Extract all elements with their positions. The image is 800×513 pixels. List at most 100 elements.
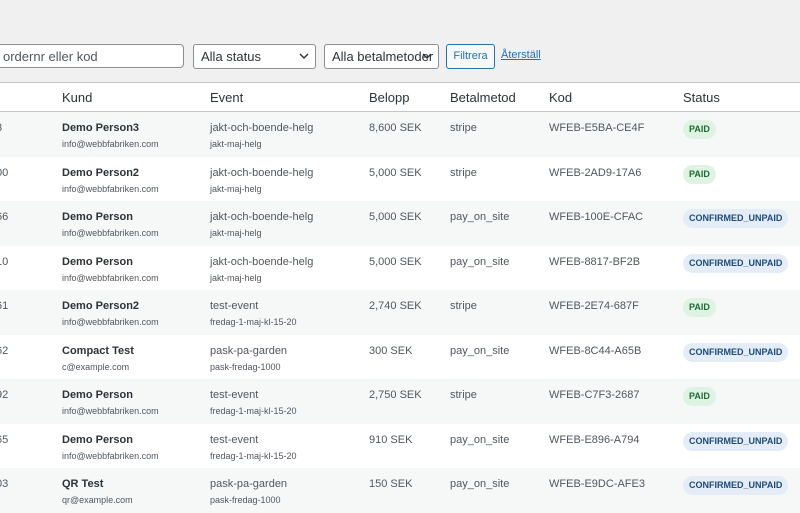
event-slug: pask-fredag-1000: [210, 361, 281, 372]
payment-method: stripe: [450, 389, 477, 401]
status-select[interactable]: Alla status: [193, 44, 316, 69]
customer-email: info@webbfabriken.com: [62, 228, 159, 238]
amount: 5,000 SEK: [369, 166, 422, 179]
status-badge: CONFIRMED_UNPAID: [683, 253, 789, 273]
customer-name: Demo Person: [62, 433, 133, 446]
order-id: 66: [0, 211, 9, 223]
amount: 5,000 SEK: [369, 255, 422, 268]
payment-method: pay_on_site: [450, 478, 510, 490]
payment-method: stripe: [450, 166, 477, 179]
amount: 5,000 SEK: [369, 211, 422, 223]
event-slug: fredag-1-maj-kl-15-20: [210, 317, 297, 327]
event-name: jakt-och-boende-helg: [210, 166, 314, 179]
table-row[interactable]: 66 Demo Person info@webbfabriken.com jakt-o…: [0, 201, 800, 246]
customer-email: qr@example.com: [62, 495, 133, 505]
status-badge: PAID: [683, 298, 716, 317]
amount: 300 SEK: [369, 344, 413, 357]
payment-method: pay_on_site: [450, 344, 510, 357]
order-id: 3: [0, 122, 2, 134]
chevron-down-icon: [299, 53, 309, 59]
order-id: 92: [0, 389, 9, 401]
payment-method: pay_on_site: [450, 433, 510, 446]
table-body: 3 Demo Person3 info@webbfabriken.com jakt-o…: [0, 112, 800, 513]
customer-email: info@webbfabriken.com: [62, 183, 159, 194]
event-name: pask-pa-garden: [210, 344, 288, 357]
event-name: jakt-och-boende-helg: [210, 211, 314, 223]
table-row[interactable]: 65 Demo Person info@webbfabriken.com test-e…: [0, 424, 800, 469]
filter-bar: ordernr eller kod Alla status Alla betal…: [0, 0, 800, 82]
customer-name: Compact Test: [62, 344, 134, 357]
payment-method-select[interactable]: Alla betalmetoder: [324, 44, 439, 69]
header-status[interactable]: Status: [683, 90, 720, 105]
table-row[interactable]: 61 Demo Person2 info@webbfabriken.com test-…: [0, 290, 800, 335]
orders-table: Kund Event Belopp Betalmetod Kod Status …: [0, 82, 800, 513]
header-code[interactable]: Kod: [549, 90, 572, 105]
booking-code: WFEB-100E-CFAC: [549, 211, 644, 223]
event-name: test-event: [210, 433, 259, 446]
table-row[interactable]: 92 Demo Person info@webbfabriken.com test-e…: [0, 379, 800, 424]
customer-email: info@webbfabriken.com: [62, 406, 159, 416]
customer-name: QR Test: [62, 478, 104, 490]
filter-button[interactable]: Filtrera: [446, 44, 495, 69]
booking-code: WFEB-2AD9-17A6: [549, 166, 642, 179]
event-name: jakt-och-boende-helg: [210, 122, 314, 134]
reset-link[interactable]: Återställ: [501, 49, 541, 61]
booking-code: WFEB-8817-BF2B: [549, 255, 641, 268]
event-slug: jakt-maj-helg: [210, 272, 262, 283]
customer-name: Demo Person: [62, 211, 133, 223]
payment-method: pay_on_site: [450, 211, 510, 223]
table-row[interactable]: 62 Compact Test c@example.com pask-pa-garde…: [0, 335, 800, 380]
customer-email: info@webbfabriken.com: [62, 272, 159, 283]
event-slug: jakt-maj-helg: [210, 139, 262, 149]
event-name: jakt-och-boende-helg: [210, 255, 314, 268]
chevron-down-icon: [422, 53, 432, 59]
status-badge: CONFIRMED_UNPAID: [683, 476, 789, 495]
customer-name: Demo Person2: [62, 300, 140, 312]
status-badge: PAID: [683, 164, 716, 184]
table-row[interactable]: 00 Demo Person2 info@webbfabriken.com jakt-…: [0, 157, 800, 202]
event-slug: pask-fredag-1000: [210, 495, 281, 505]
amount: 150 SEK: [369, 478, 413, 490]
customer-name: Demo Person2: [62, 166, 140, 179]
amount: 2,740 SEK: [369, 300, 422, 312]
header-customer[interactable]: Kund: [62, 90, 92, 105]
booking-code: WFEB-8C44-A65B: [549, 344, 642, 357]
order-id: 65: [0, 433, 9, 446]
table-row[interactable]: 3 Demo Person3 info@webbfabriken.com jakt-o…: [0, 112, 800, 157]
status-badge: PAID: [683, 387, 716, 406]
event-slug: jakt-maj-helg: [210, 228, 262, 238]
search-placeholder: ordernr eller kod: [3, 49, 98, 64]
table-row[interactable]: 10 Demo Person info@webbfabriken.com jakt-o…: [0, 246, 800, 291]
customer-name: Demo Person: [62, 255, 133, 268]
order-id: 10: [0, 255, 9, 268]
event-slug: fredag-1-maj-kl-15-20: [210, 406, 297, 416]
payment-method: stripe: [450, 122, 477, 134]
table-header: Kund Event Belopp Betalmetod Kod Status: [0, 83, 800, 112]
payment-method: stripe: [450, 300, 477, 312]
booking-code: WFEB-C7F3-2687: [549, 389, 640, 401]
customer-email: info@webbfabriken.com: [62, 317, 159, 327]
customer-name: Demo Person3: [62, 122, 140, 134]
status-select-value: Alla status: [201, 49, 261, 64]
amount: 2,750 SEK: [369, 389, 422, 401]
event-name: test-event: [210, 300, 259, 312]
search-input[interactable]: ordernr eller kod: [0, 44, 184, 68]
header-method[interactable]: Betalmetod: [450, 90, 516, 105]
header-event[interactable]: Event: [210, 90, 243, 105]
table-row[interactable]: 03 QR Test qr@example.com pask-pa-garden pas…: [0, 468, 800, 513]
status-badge: CONFIRMED_UNPAID: [683, 342, 789, 362]
customer-name: Demo Person: [62, 389, 133, 401]
status-badge: CONFIRMED_UNPAID: [683, 209, 789, 228]
booking-code: WFEB-E896-A794: [549, 433, 640, 446]
event-slug: fredag-1-maj-kl-15-20: [210, 450, 297, 461]
header-amount[interactable]: Belopp: [369, 90, 409, 105]
status-badge: PAID: [683, 120, 716, 139]
status-badge: CONFIRMED_UNPAID: [683, 431, 789, 451]
order-id: 62: [0, 344, 9, 357]
booking-code: WFEB-E5BA-CE4F: [549, 122, 645, 134]
booking-code: WFEB-E9DC-AFE3: [549, 478, 645, 490]
customer-email: info@webbfabriken.com: [62, 139, 159, 149]
amount: 910 SEK: [369, 433, 413, 446]
event-name: pask-pa-garden: [210, 478, 288, 490]
event-name: test-event: [210, 389, 259, 401]
